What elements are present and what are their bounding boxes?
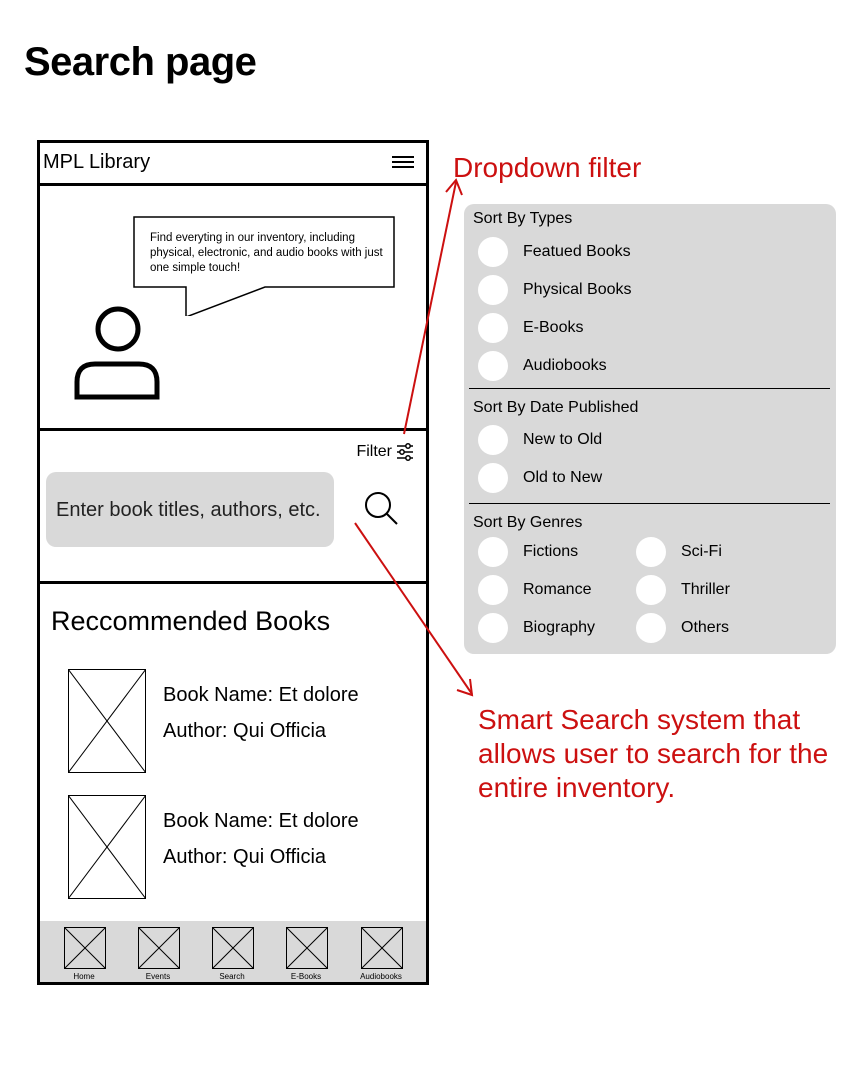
bottom-nav: Home Events Search E-Books Audiobooks	[40, 921, 426, 982]
option-label: Romance	[523, 581, 592, 598]
recommended-title: Reccommended Books	[51, 606, 331, 636]
option-label: New to Old	[523, 431, 603, 448]
search-button[interactable]	[356, 483, 406, 533]
divider	[469, 503, 830, 504]
book-cover-placeholder	[68, 669, 146, 773]
radio-button[interactable]	[478, 351, 508, 381]
audiobooks-icon	[361, 927, 403, 969]
option-label: Biography	[523, 619, 596, 636]
option-label: Sci-Fi	[681, 543, 722, 560]
phone-frame: MPL Library Find everyting in our invent…	[37, 140, 429, 985]
filter-button[interactable]: Filter	[356, 443, 414, 461]
filter-label: Filter	[356, 443, 392, 460]
option-label: Audiobooks	[523, 357, 607, 374]
option-label: Old to New	[523, 469, 603, 486]
radio-button[interactable]	[478, 313, 508, 343]
radio-button[interactable]	[478, 237, 508, 267]
hamburger-menu-icon[interactable]	[392, 156, 414, 168]
option-label: Featued Books	[523, 243, 631, 260]
ebooks-icon	[286, 927, 328, 969]
hero-section: Find everyting in our inventory, includi…	[40, 186, 426, 431]
sliders-icon	[397, 443, 413, 461]
book-item[interactable]: Book Name: Et dolore Author: Qui Officia	[68, 795, 404, 899]
book-name: Book Name: Et dolore	[163, 684, 359, 706]
app-title: MPL Library	[43, 151, 151, 173]
nav-ebooks[interactable]: E-Books	[276, 927, 336, 982]
radio-button[interactable]	[478, 537, 508, 567]
filter-dropdown-panel: Sort By Types Featued Books Physical Boo…	[464, 204, 836, 654]
search-input[interactable]	[54, 472, 348, 549]
radio-button[interactable]	[478, 425, 508, 455]
recommended-section: Reccommended Books Book Name: Et dolore …	[40, 584, 426, 921]
radio-button[interactable]	[478, 275, 508, 305]
nav-audiobooks[interactable]: Audiobooks	[351, 927, 411, 982]
nav-label: Events	[145, 972, 171, 981]
radio-button[interactable]	[636, 575, 666, 605]
home-icon	[64, 927, 106, 969]
page-title: Search page	[24, 40, 257, 84]
section-title-types: Sort By Types	[473, 210, 573, 227]
section-title-genres: Sort By Genres	[473, 514, 583, 531]
user-avatar-icon	[74, 306, 160, 400]
annotation-dropdown-filter: Dropdown filter	[453, 152, 642, 183]
radio-button[interactable]	[478, 613, 508, 643]
book-cover-placeholder	[68, 795, 146, 899]
option-label: Others	[681, 619, 730, 636]
option-label: E-Books	[523, 319, 584, 336]
nav-label: Audiobooks	[360, 972, 402, 981]
nav-home[interactable]: Home	[54, 927, 114, 982]
option-label: Thriller	[681, 581, 730, 598]
divider	[469, 388, 830, 389]
search-section: Filter	[40, 431, 426, 584]
radio-button[interactable]	[478, 575, 508, 605]
nav-events[interactable]: Events	[128, 927, 188, 982]
nav-label: Home	[73, 972, 95, 981]
book-author: Author: Qui Officia	[163, 846, 327, 868]
radio-button[interactable]	[636, 537, 666, 567]
option-label: Physical Books	[523, 281, 632, 298]
search-icon	[365, 492, 398, 525]
option-label: Fictions	[523, 543, 579, 560]
book-author: Author: Qui Officia	[163, 720, 327, 742]
search-nav-icon	[212, 927, 254, 969]
book-item[interactable]: Book Name: Et dolore Author: Qui Officia	[68, 669, 404, 773]
app-header: MPL Library	[40, 143, 426, 186]
book-name: Book Name: Et dolore	[163, 810, 359, 832]
nav-label: Search	[219, 972, 245, 981]
nav-search[interactable]: Search	[202, 927, 262, 982]
annotation-smart-search: Smart Search system that allows user to …	[478, 704, 829, 803]
nav-label: E-Books	[290, 972, 322, 981]
section-title-date: Sort By Date Published	[473, 399, 639, 416]
radio-button[interactable]	[636, 613, 666, 643]
radio-button[interactable]	[478, 463, 508, 493]
events-icon	[138, 927, 180, 969]
search-bar	[46, 472, 348, 549]
hero-text: Find everyting in our inventory, includi…	[150, 232, 383, 274]
